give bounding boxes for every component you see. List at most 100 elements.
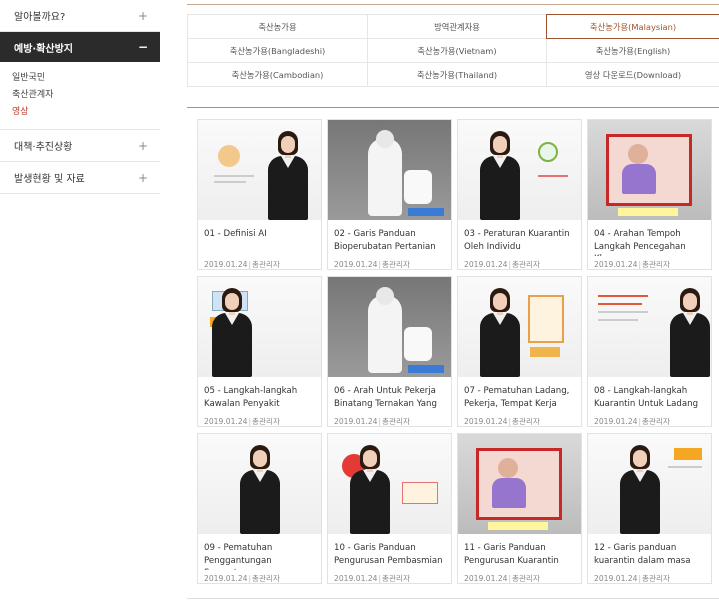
tab-vietnam[interactable]: 축산농가용(Vietnam) — [367, 38, 547, 63]
video-thumbnail[interactable] — [328, 434, 451, 534]
video-thumbnail[interactable] — [198, 120, 321, 220]
video-thumbnail[interactable] — [198, 277, 321, 377]
video-card[interactable]: 11 - Garis Panduan Pengurusan Kuarantin 2… — [457, 433, 582, 584]
video-date: 2019.01.24 — [334, 417, 378, 426]
tab-thailand[interactable]: 축산농가용(Thailand) — [367, 62, 547, 87]
divider — [187, 598, 719, 599]
video-author: 총관리자 — [382, 574, 410, 583]
sidebar: 알아볼까요? + 예방·확산방지 − 일반국민 축산관계자 영상 대책·추진상황… — [0, 0, 160, 194]
video-card[interactable]: 02 - Garis Panduan Bioperubatan Pertania… — [327, 119, 452, 270]
expand-icon: + — [137, 8, 148, 23]
presenter-image — [478, 128, 522, 220]
meta-separator: | — [378, 417, 382, 426]
video-date: 2019.01.24 — [464, 417, 508, 426]
video-meta: 2019.01.24|총관리자 — [588, 413, 711, 427]
video-author: 총관리자 — [382, 260, 410, 269]
video-thumbnail[interactable] — [328, 120, 451, 220]
video-title[interactable]: 11 - Garis Panduan Pengurusan Kuarantin — [458, 534, 581, 570]
video-thumbnail[interactable] — [328, 277, 451, 377]
video-card[interactable]: 09 - Pematuhan Penggantungan Sementara20… — [197, 433, 322, 584]
tab-english[interactable]: 축산농가용(English) — [546, 38, 719, 63]
presenter-image — [266, 128, 310, 220]
video-meta: 2019.01.24|총관리자 — [328, 413, 451, 427]
presenter-image — [668, 285, 711, 377]
video-date: 2019.01.24 — [594, 260, 638, 269]
video-card[interactable]: 12 - Garis panduan kuarantin dalam masa 2… — [587, 433, 712, 584]
sidebar-item-prevention[interactable]: 예방·확산방지 − — [0, 32, 160, 62]
video-date: 2019.01.24 — [334, 574, 378, 583]
video-card[interactable]: 07 - Pematuhan Ladang, Pekerja, Tempat K… — [457, 276, 582, 427]
video-date: 2019.01.24 — [204, 260, 248, 269]
video-title[interactable]: 03 - Peraturan Kuarantin Oleh Individu — [458, 220, 581, 256]
video-title[interactable]: 07 - Pematuhan Ladang, Pekerja, Tempat K… — [458, 377, 581, 413]
video-title[interactable]: 05 - Langkah-langkah Kawalan Penyakit — [198, 377, 321, 413]
meta-separator: | — [638, 260, 642, 269]
presenter-image — [238, 442, 282, 534]
sidebar-item-label: 대책·추진상황 — [14, 142, 73, 153]
video-title[interactable]: 08 - Langkah-langkah Kuarantin Untuk Lad… — [588, 377, 711, 413]
tab-farm[interactable]: 축산농가용 — [187, 14, 368, 39]
video-date: 2019.01.24 — [594, 574, 638, 583]
video-date: 2019.01.24 — [464, 574, 508, 583]
video-title[interactable]: 12 - Garis panduan kuarantin dalam masa — [588, 534, 711, 570]
sidebar-item-about[interactable]: 알아볼까요? + — [0, 0, 160, 32]
video-author: 총관리자 — [512, 260, 540, 269]
video-meta: 2019.01.24|총관리자 — [328, 570, 451, 584]
tab-download[interactable]: 영상 다운로드(Download) — [546, 62, 719, 87]
divider — [187, 4, 719, 5]
video-thumbnail[interactable] — [198, 434, 321, 534]
video-card[interactable]: 08 - Langkah-langkah Kuarantin Untuk Lad… — [587, 276, 712, 427]
video-card[interactable]: 05 - Langkah-langkah Kawalan Penyakit 201… — [197, 276, 322, 427]
divider — [187, 107, 719, 108]
sidebar-item-label: 발생현황 및 자료 — [14, 174, 85, 185]
submenu-item-video[interactable]: 영상 — [12, 104, 160, 121]
video-card[interactable]: 03 - Peraturan Kuarantin Oleh Individu 20… — [457, 119, 582, 270]
meta-separator: | — [508, 260, 512, 269]
video-thumbnail[interactable] — [588, 277, 711, 377]
video-thumbnail[interactable] — [458, 277, 581, 377]
video-card[interactable]: 06 - Arah Untuk Pekerja Binatang Ternaka… — [327, 276, 452, 427]
tab-cambodian[interactable]: 축산농가용(Cambodian) — [187, 62, 368, 87]
video-title[interactable]: 06 - Arah Untuk Pekerja Binatang Ternaka… — [328, 377, 451, 413]
video-title[interactable]: 02 - Garis Panduan Bioperubatan Pertania… — [328, 220, 451, 256]
video-thumbnail[interactable] — [588, 120, 711, 220]
video-thumbnail[interactable] — [458, 120, 581, 220]
video-date: 2019.01.24 — [204, 417, 248, 426]
meta-separator: | — [508, 574, 512, 583]
video-title[interactable]: 04 - Arahan Tempoh Langkah Pencegahan Kh… — [588, 220, 711, 256]
video-author: 총관리자 — [252, 574, 280, 583]
video-author: 총관리자 — [252, 260, 280, 269]
tab-bangladeshi[interactable]: 축산농가용(Bangladeshi) — [187, 38, 368, 63]
sidebar-item-status[interactable]: 발생현황 및 자료 + — [0, 162, 160, 194]
video-meta: 2019.01.24|총관리자 — [198, 256, 321, 270]
video-meta: 2019.01.24|총관리자 — [458, 570, 581, 584]
video-title[interactable]: 10 - Garis Panduan Pengurusan Pembasmian — [328, 534, 451, 570]
video-title[interactable]: 09 - Pematuhan Penggantungan Sementara — [198, 534, 321, 570]
video-date: 2019.01.24 — [464, 260, 508, 269]
video-meta: 2019.01.24|총관리자 — [588, 256, 711, 270]
video-meta: 2019.01.24|총관리자 — [588, 570, 711, 584]
video-card[interactable]: 10 - Garis Panduan Pengurusan Pembasmian… — [327, 433, 452, 584]
video-card[interactable]: 04 - Arahan Tempoh Langkah Pencegahan Kh… — [587, 119, 712, 270]
submenu-item-public[interactable]: 일반국민 — [12, 70, 160, 87]
video-meta: 2019.01.24|총관리자 — [198, 570, 321, 584]
category-tabs: 축산농가용 방역관계자용 축산농가용(Malaysian) 축산농가용(Bang… — [187, 14, 719, 87]
submenu-item-livestock[interactable]: 축산관계자 — [12, 87, 160, 104]
video-meta: 2019.01.24|총관리자 — [198, 413, 321, 427]
presenter-image — [618, 442, 662, 534]
video-date: 2019.01.24 — [334, 260, 378, 269]
tab-malaysian[interactable]: 축산농가용(Malaysian) — [546, 14, 719, 39]
video-thumbnail[interactable] — [458, 434, 581, 534]
presenter-image — [478, 285, 522, 377]
sidebar-item-measures[interactable]: 대책·추진상황 + — [0, 130, 160, 162]
meta-separator: | — [638, 574, 642, 583]
video-title[interactable]: 01 - Definisi AI — [198, 220, 321, 256]
tab-quarantine-staff[interactable]: 방역관계자용 — [367, 14, 547, 39]
video-author: 총관리자 — [382, 417, 410, 426]
video-grid: 01 - Definisi AI 2019.01.24|총관리자 02 - Gari… — [197, 119, 712, 584]
video-author: 총관리자 — [642, 260, 670, 269]
video-author: 총관리자 — [642, 417, 670, 426]
video-card[interactable]: 01 - Definisi AI 2019.01.24|총관리자 — [197, 119, 322, 270]
video-thumbnail[interactable] — [588, 434, 711, 534]
video-meta: 2019.01.24|총관리자 — [458, 256, 581, 270]
